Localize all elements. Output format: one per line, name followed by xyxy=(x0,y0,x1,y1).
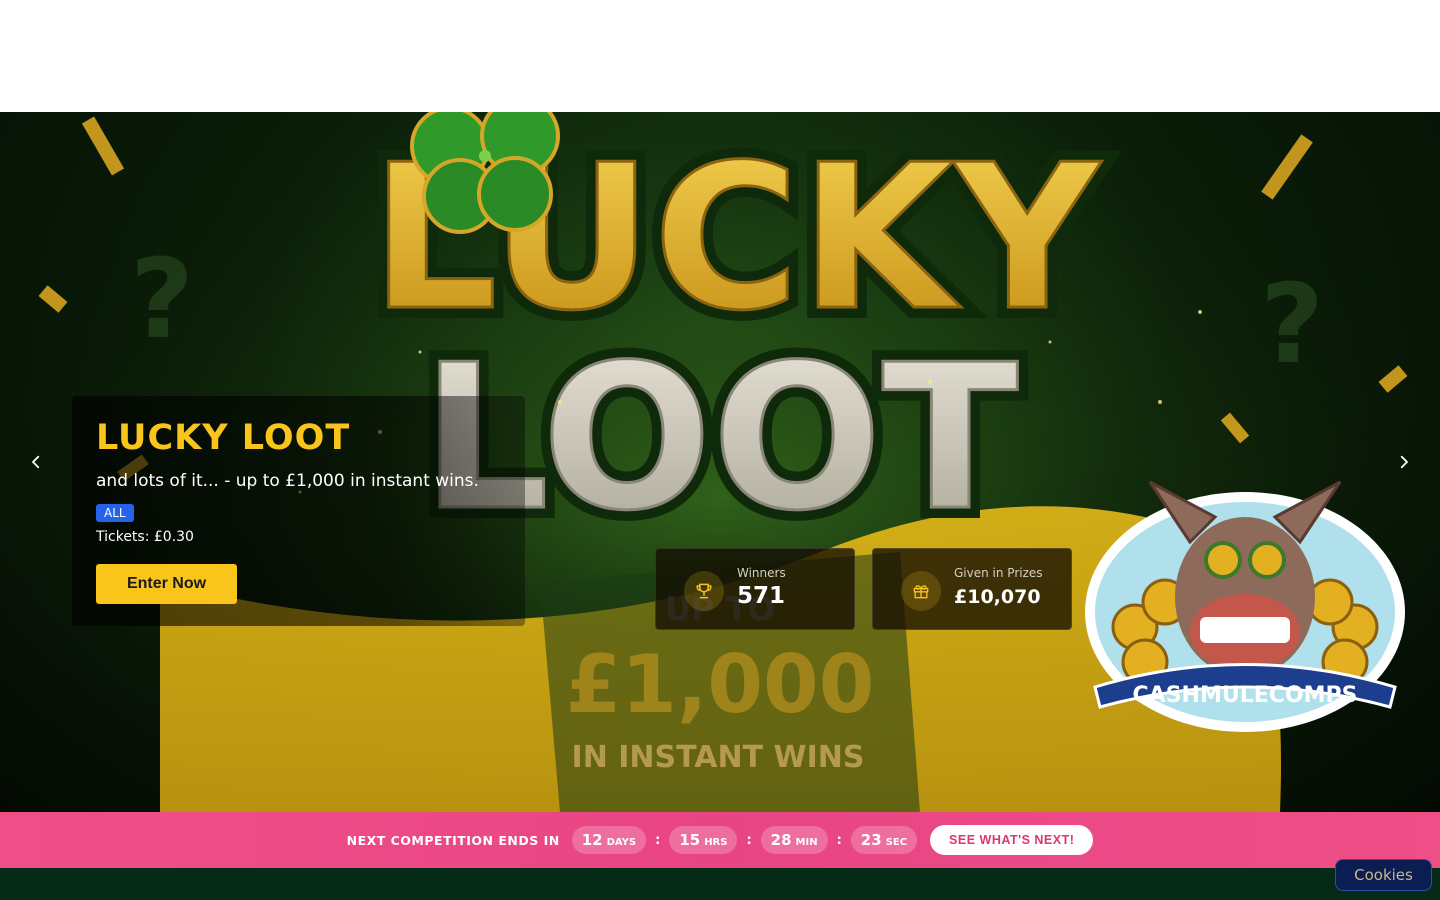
countdown-days-unit: DAYS xyxy=(606,837,637,848)
stat-prizes-card: Given in Prizes £10,070 xyxy=(872,548,1072,630)
svg-text:?: ? xyxy=(1260,260,1324,388)
stat-winners-value: 571 xyxy=(737,583,786,609)
countdown-bar: NEXT COMPETITION ENDS IN 12 DAYS : 15 HR… xyxy=(0,812,1440,868)
svg-text:?: ? xyxy=(130,235,194,363)
page-footer-strip xyxy=(0,868,1440,900)
competition-title: LUCKY LOOT xyxy=(96,418,351,458)
countdown-hours-unit: HRS xyxy=(704,837,728,848)
chevron-left-icon xyxy=(32,455,40,469)
countdown-hours: 15 HRS xyxy=(669,826,738,854)
stat-prizes-label: Given in Prizes xyxy=(954,566,1043,580)
gift-icon xyxy=(901,571,941,611)
countdown-separator: : xyxy=(836,832,842,848)
see-whats-next-button[interactable]: SEE WHAT'S NEXT! xyxy=(930,825,1094,855)
countdown-minutes-value: 28 xyxy=(770,831,792,849)
stat-prizes-value: £10,070 xyxy=(954,586,1041,608)
countdown-days: 12 DAYS xyxy=(571,826,647,854)
ticket-price: Tickets: £0.30 xyxy=(96,529,194,545)
countdown-separator: : xyxy=(746,832,752,848)
category-badge: ALL xyxy=(96,504,134,522)
countdown-seconds: 23 SEC xyxy=(850,826,918,854)
chevron-right-icon xyxy=(1400,455,1408,469)
countdown-minutes: 28 MIN xyxy=(760,826,828,854)
svg-text:CASHMULECOMPS: CASHMULECOMPS xyxy=(1133,683,1358,708)
stat-winners-card: Winners 571 xyxy=(655,548,855,630)
enter-now-button[interactable]: Enter Now xyxy=(96,564,237,604)
site-header xyxy=(0,0,1440,112)
countdown-minutes-unit: MIN xyxy=(795,837,818,848)
competition-subtitle: and lots of it... - up to £1,000 in inst… xyxy=(96,471,479,491)
carousel-prev-button[interactable] xyxy=(16,442,56,482)
countdown-label: NEXT COMPETITION ENDS IN xyxy=(346,832,560,848)
countdown-seconds-value: 23 xyxy=(860,831,882,849)
cookies-button[interactable]: Cookies xyxy=(1335,859,1432,891)
stat-winners-label: Winners xyxy=(737,566,786,580)
svg-text:IN INSTANT WINS: IN INSTANT WINS xyxy=(572,740,865,775)
svg-text:£1,000: £1,000 xyxy=(566,638,875,731)
countdown-separator: : xyxy=(655,832,661,848)
countdown-hours-value: 15 xyxy=(679,831,701,849)
countdown-days-value: 12 xyxy=(581,831,603,849)
countdown-seconds-unit: SEC xyxy=(885,837,908,848)
trophy-icon xyxy=(684,571,724,611)
carousel-next-button[interactable] xyxy=(1384,442,1424,482)
